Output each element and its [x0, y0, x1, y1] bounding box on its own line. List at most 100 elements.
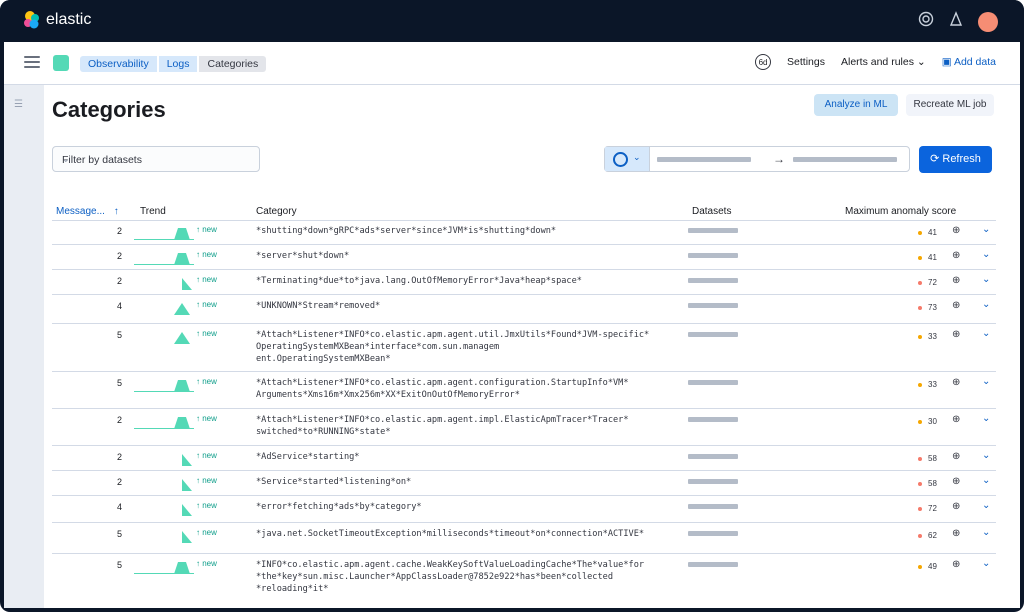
explore-ml-icon[interactable]: ⊕ [952, 377, 960, 388]
trend-shape [134, 417, 190, 429]
trend-shape [182, 479, 192, 491]
expand-row-icon[interactable]: ⌄ [982, 299, 990, 310]
dataset-placeholder [688, 562, 738, 567]
help-icon[interactable] [918, 11, 934, 32]
dataset-filter[interactable]: Filter by datasets ⌄ [52, 146, 260, 172]
trend-chart-icon [134, 253, 194, 265]
explore-ml-icon[interactable]: ⊕ [952, 528, 960, 539]
trend-shape [182, 504, 192, 516]
table-row[interactable]: 2 ↑ new *shutting*down*gRPC*ads*server*sin… [52, 220, 996, 245]
column-score: Maximum anomaly score [845, 206, 957, 217]
analyze-ml-button[interactable]: Analyze in ML [814, 94, 898, 116]
categories-table: 2 ↑ new *shutting*down*gRPC*ads*server*sin… [52, 220, 996, 608]
quick-menu-button[interactable]: ⌄ [605, 147, 650, 171]
anomaly-score: 58 [918, 454, 937, 463]
dataset-placeholder [688, 303, 738, 308]
trend-sparkline: ↑ new [134, 476, 217, 496]
anomaly-score-value: 58 [928, 454, 937, 463]
news-feed-icon[interactable] [948, 11, 964, 32]
end-date[interactable] [793, 157, 897, 162]
message-count: 5 [116, 560, 122, 570]
category-pattern: *Attach*Listener*INFO*co.elastic.apm.age… [256, 415, 629, 437]
trend-new-label: ↑ new [196, 300, 217, 309]
breadcrumb-observability[interactable]: Observability [80, 56, 157, 72]
category-pattern: *error*fetching*ads*by*category* [256, 502, 422, 512]
table-row[interactable]: 5 ↑ new *INFO*co.elastic.apm.agent.cache.W… [52, 554, 996, 608]
table-row[interactable]: 2 ↑ new *AdService*starting* 58 ⊕ ⌄ [52, 446, 996, 471]
header-icons [918, 11, 998, 32]
expand-row-icon[interactable]: ⌄ [982, 328, 990, 339]
column-category: Category [256, 206, 297, 217]
trend-new-label: ↑ new [196, 476, 217, 485]
category-pattern: *AdService*starting* [256, 452, 360, 462]
trend-sparkline: ↑ new [134, 275, 217, 295]
add-data-link[interactable]: ▣ Add data [942, 56, 996, 68]
table-row[interactable]: 2 ↑ new *Terminating*due*to*java.lang.OutO… [52, 270, 996, 295]
add-data-icon: ▣ [941, 56, 952, 68]
category-pattern: *Terminating*due*to*java.lang.OutOfMemor… [256, 276, 582, 286]
table-row[interactable]: 2 ↑ new *server*shut*down* 41 ⊕ ⌄ [52, 245, 996, 270]
column-messages[interactable]: Message... ↑ [56, 206, 119, 217]
explore-ml-icon[interactable]: ⊕ [952, 225, 960, 236]
expand-row-icon[interactable]: ⌄ [982, 376, 990, 387]
severity-dot-icon [918, 564, 922, 569]
expand-row-icon[interactable]: ⌄ [982, 249, 990, 260]
expand-row-icon[interactable]: ⌄ [982, 224, 990, 235]
explore-ml-icon[interactable]: ⊕ [952, 300, 960, 311]
date-picker[interactable]: ⌄ → [604, 146, 910, 172]
explore-ml-icon[interactable]: ⊕ [952, 476, 960, 487]
table-row[interactable]: 5 ↑ new *Attach*Listener*INFO*co.elastic.a… [52, 324, 996, 372]
menu-icon[interactable] [24, 56, 40, 71]
expand-row-icon[interactable]: ⌄ [982, 450, 990, 461]
table-row[interactable]: 2 ↑ new *Service*started*listening*on* 58 ⊕ ⌄ [52, 471, 996, 496]
breadcrumb-logs[interactable]: Logs [158, 56, 198, 72]
trend-chart-icon [174, 303, 190, 315]
trend-chart-icon [182, 454, 192, 466]
explore-ml-icon[interactable]: ⊕ [952, 329, 960, 340]
category-pattern: *INFO*co.elastic.apm.agent.cache.WeakKey… [256, 560, 645, 594]
recreate-ml-job-button[interactable]: Recreate ML job [906, 94, 994, 116]
anomaly-score: 33 [918, 380, 937, 389]
table-row[interactable]: 4 ↑ new *UNKNOWN*Stream*removed* 73 ⊕ ⌄ [52, 295, 996, 324]
expand-row-icon[interactable]: ⌄ [982, 274, 990, 285]
message-count: 4 [116, 502, 122, 512]
main-content: Categories Analyze in ML Recreate ML job… [44, 85, 1020, 608]
anomaly-score-value: 41 [928, 228, 937, 237]
alerts-menu[interactable]: Alerts and rules ⌄ [841, 56, 926, 68]
add-data-label: Add data [953, 56, 996, 68]
dataset-placeholder [688, 380, 738, 385]
table-row[interactable]: 5 ↑ new *java.net.SocketTimeoutException*m… [52, 523, 996, 554]
table-row[interactable]: 5 ↑ new *Attach*Listener*INFO*co.elastic.a… [52, 372, 996, 409]
user-avatar[interactable] [978, 11, 998, 32]
explore-ml-icon[interactable]: ⊕ [952, 559, 960, 570]
settings-link[interactable]: Settings [787, 56, 825, 68]
top-header: elastic [0, 0, 1024, 42]
dataset-placeholder [688, 332, 738, 337]
explore-ml-icon[interactable]: ⊕ [952, 250, 960, 261]
anomaly-score: 33 [918, 332, 937, 341]
explore-ml-icon[interactable]: ⊕ [952, 451, 960, 462]
table-row[interactable]: 2 ↑ new *Attach*Listener*INFO*co.elastic.a… [52, 409, 996, 446]
severity-dot-icon [918, 382, 922, 387]
trend-chart-icon [182, 531, 192, 543]
breadcrumb: Observability Logs Categories [80, 56, 268, 72]
glasses-icon[interactable]: 6d [755, 54, 772, 70]
severity-dot-icon [918, 456, 922, 461]
explore-ml-icon[interactable]: ⊕ [952, 501, 960, 512]
expand-nav-icon[interactable]: ☰ [14, 99, 23, 110]
severity-dot-icon [918, 533, 922, 538]
trend-new-label: ↑ new [196, 528, 217, 537]
table-row[interactable]: 4 ↑ new *error*fetching*ads*by*category* 72… [52, 496, 996, 523]
expand-row-icon[interactable]: ⌄ [982, 500, 990, 511]
expand-row-icon[interactable]: ⌄ [982, 413, 990, 424]
expand-row-icon[interactable]: ⌄ [982, 475, 990, 486]
start-date[interactable] [657, 157, 751, 162]
expand-row-icon[interactable]: ⌄ [982, 558, 990, 569]
explore-ml-icon[interactable]: ⊕ [952, 414, 960, 425]
message-count: 2 [116, 226, 122, 236]
expand-row-icon[interactable]: ⌄ [982, 527, 990, 538]
explore-ml-icon[interactable]: ⊕ [952, 275, 960, 286]
elastic-logo[interactable]: elastic [22, 10, 91, 30]
refresh-button[interactable]: ⟳ Refresh [919, 146, 992, 173]
header-actions: 6d Settings Alerts and rules ⌄ ▣ Add dat… [755, 54, 996, 70]
